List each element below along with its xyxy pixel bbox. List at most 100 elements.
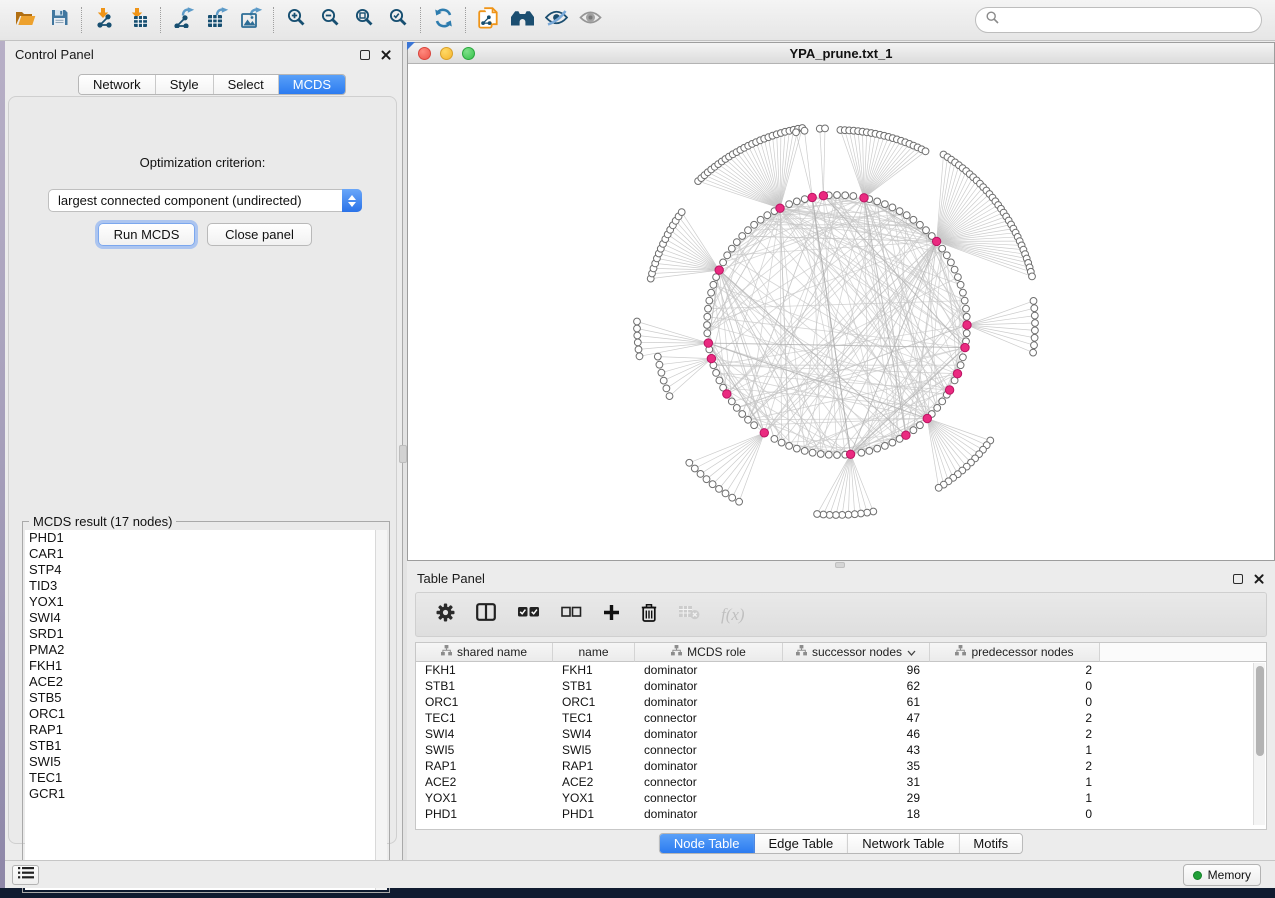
search-box[interactable] xyxy=(975,7,1262,33)
table-row[interactable]: RAP1RAP1dominator352 xyxy=(416,758,1266,774)
list-item[interactable]: YOX1 xyxy=(25,594,377,610)
cell-name[interactable]: ORC1 xyxy=(553,694,635,710)
cell-name[interactable]: FKH1 xyxy=(553,662,635,678)
cell-successors[interactable]: 35 xyxy=(783,758,930,774)
cell-predecessors[interactable]: 0 xyxy=(930,694,1100,710)
cell-predecessors[interactable]: 0 xyxy=(930,678,1100,694)
cell-successors[interactable]: 18 xyxy=(783,806,930,822)
table-row[interactable]: YOX1YOX1connector291 xyxy=(416,790,1266,806)
cell-successors[interactable]: 47 xyxy=(783,710,930,726)
search-input[interactable] xyxy=(1005,13,1251,27)
network-window-titlebar[interactable]: YPA_prune.txt_1 xyxy=(408,43,1274,64)
list-item[interactable]: SRD1 xyxy=(25,626,377,642)
cell-role[interactable]: connector xyxy=(635,742,783,758)
cell-successors[interactable]: 96 xyxy=(783,662,930,678)
cell-successors[interactable]: 61 xyxy=(783,694,930,710)
minimize-window-icon[interactable] xyxy=(440,47,453,60)
export-network-button[interactable] xyxy=(166,3,200,37)
tab-mcds[interactable]: MCDS xyxy=(279,75,345,94)
table-row[interactable]: SWI4SWI4dominator462 xyxy=(416,726,1266,742)
show-graphics-details-button[interactable] xyxy=(573,3,607,37)
export-image-button[interactable] xyxy=(234,3,268,37)
refresh-button[interactable] xyxy=(426,3,460,37)
cell-role[interactable]: connector xyxy=(635,790,783,806)
deselect-all-button[interactable] xyxy=(561,605,582,624)
cell-name[interactable]: YOX1 xyxy=(553,790,635,806)
zoom-selected-button[interactable] xyxy=(381,3,415,37)
network-graph[interactable] xyxy=(408,64,1274,560)
cell-shared_name[interactable]: RAP1 xyxy=(416,758,553,774)
maximize-window-icon[interactable] xyxy=(462,47,475,60)
close-panel-icon[interactable] xyxy=(380,49,392,61)
cell-predecessors[interactable]: 2 xyxy=(930,710,1100,726)
cell-predecessors[interactable]: 0 xyxy=(930,806,1100,822)
network-canvas[interactable] xyxy=(408,64,1274,560)
mcds-list-scrollbar[interactable] xyxy=(375,530,387,890)
list-item[interactable]: STB5 xyxy=(25,690,377,706)
table-row[interactable]: SWI5SWI5connector431 xyxy=(416,742,1266,758)
cell-name[interactable]: RAP1 xyxy=(553,758,635,774)
cell-role[interactable]: connector xyxy=(635,774,783,790)
run-mcds-button[interactable]: Run MCDS xyxy=(98,223,195,246)
cell-shared_name[interactable]: YOX1 xyxy=(416,790,553,806)
list-item[interactable]: ORC1 xyxy=(25,706,377,722)
column-header-shared-name[interactable]: shared name xyxy=(416,643,553,662)
list-item[interactable]: SWI4 xyxy=(25,610,377,626)
list-item[interactable]: STB1 xyxy=(25,738,377,754)
float-table-panel-icon[interactable] xyxy=(1233,574,1243,584)
tab-style[interactable]: Style xyxy=(156,75,214,94)
cell-role[interactable]: dominator xyxy=(635,678,783,694)
cell-role[interactable]: connector xyxy=(635,710,783,726)
tab-select[interactable]: Select xyxy=(214,75,279,94)
memory-button[interactable]: Memory xyxy=(1183,864,1261,886)
tab-motifs[interactable]: Motifs xyxy=(959,834,1022,853)
table-row[interactable]: TEC1TEC1connector472 xyxy=(416,710,1266,726)
list-item[interactable]: ACE2 xyxy=(25,674,377,690)
cell-successors[interactable]: 31 xyxy=(783,774,930,790)
cell-successors[interactable]: 62 xyxy=(783,678,930,694)
list-item[interactable]: STP4 xyxy=(25,562,377,578)
list-item[interactable]: PMA2 xyxy=(25,642,377,658)
vertical-splitter-grip[interactable] xyxy=(399,445,407,463)
table-scrollbar-thumb[interactable] xyxy=(1256,666,1264,756)
task-history-button[interactable] xyxy=(12,865,39,885)
cell-predecessors[interactable]: 2 xyxy=(930,758,1100,774)
table-row[interactable]: ACE2ACE2connector311 xyxy=(416,774,1266,790)
import-network-button[interactable] xyxy=(87,3,121,37)
cell-shared_name[interactable]: TEC1 xyxy=(416,710,553,726)
cell-shared_name[interactable]: STB1 xyxy=(416,678,553,694)
cell-name[interactable]: SWI5 xyxy=(553,742,635,758)
table-row[interactable]: PHD1PHD1dominator180 xyxy=(416,806,1266,822)
cell-shared_name[interactable]: ACE2 xyxy=(416,774,553,790)
cell-predecessors[interactable]: 1 xyxy=(930,790,1100,806)
hide-graphics-details-button[interactable] xyxy=(539,3,573,37)
cell-shared_name[interactable]: SWI4 xyxy=(416,726,553,742)
list-item[interactable]: SWI5 xyxy=(25,754,377,770)
settings-button[interactable] xyxy=(436,603,455,627)
column-header-successor-nodes[interactable]: successor nodes xyxy=(783,643,930,662)
cell-role[interactable]: dominator xyxy=(635,758,783,774)
import-table-button[interactable] xyxy=(121,3,155,37)
cell-shared_name[interactable]: SWI5 xyxy=(416,742,553,758)
open-session-button[interactable] xyxy=(8,3,42,37)
cell-role[interactable]: dominator xyxy=(635,806,783,822)
list-item[interactable]: TEC1 xyxy=(25,770,377,786)
cell-shared_name[interactable]: PHD1 xyxy=(416,806,553,822)
cell-predecessors[interactable]: 2 xyxy=(930,662,1100,678)
add-button[interactable] xyxy=(603,604,620,626)
tab-edge-table[interactable]: Edge Table xyxy=(754,834,848,853)
cell-role[interactable]: dominator xyxy=(635,662,783,678)
cell-name[interactable]: STB1 xyxy=(553,678,635,694)
zoom-in-button[interactable] xyxy=(279,3,313,37)
float-panel-icon[interactable] xyxy=(360,50,370,60)
cell-name[interactable]: PHD1 xyxy=(553,806,635,822)
cell-name[interactable]: TEC1 xyxy=(553,710,635,726)
cell-name[interactable]: SWI4 xyxy=(553,726,635,742)
tab-node-table[interactable]: Node Table xyxy=(660,834,755,853)
tab-network-table[interactable]: Network Table xyxy=(848,834,959,853)
cell-successors[interactable]: 29 xyxy=(783,790,930,806)
cell-successors[interactable]: 43 xyxy=(783,742,930,758)
cell-predecessors[interactable]: 1 xyxy=(930,742,1100,758)
show-columns-button[interactable] xyxy=(476,603,496,626)
binoculars-button[interactable] xyxy=(505,3,539,37)
